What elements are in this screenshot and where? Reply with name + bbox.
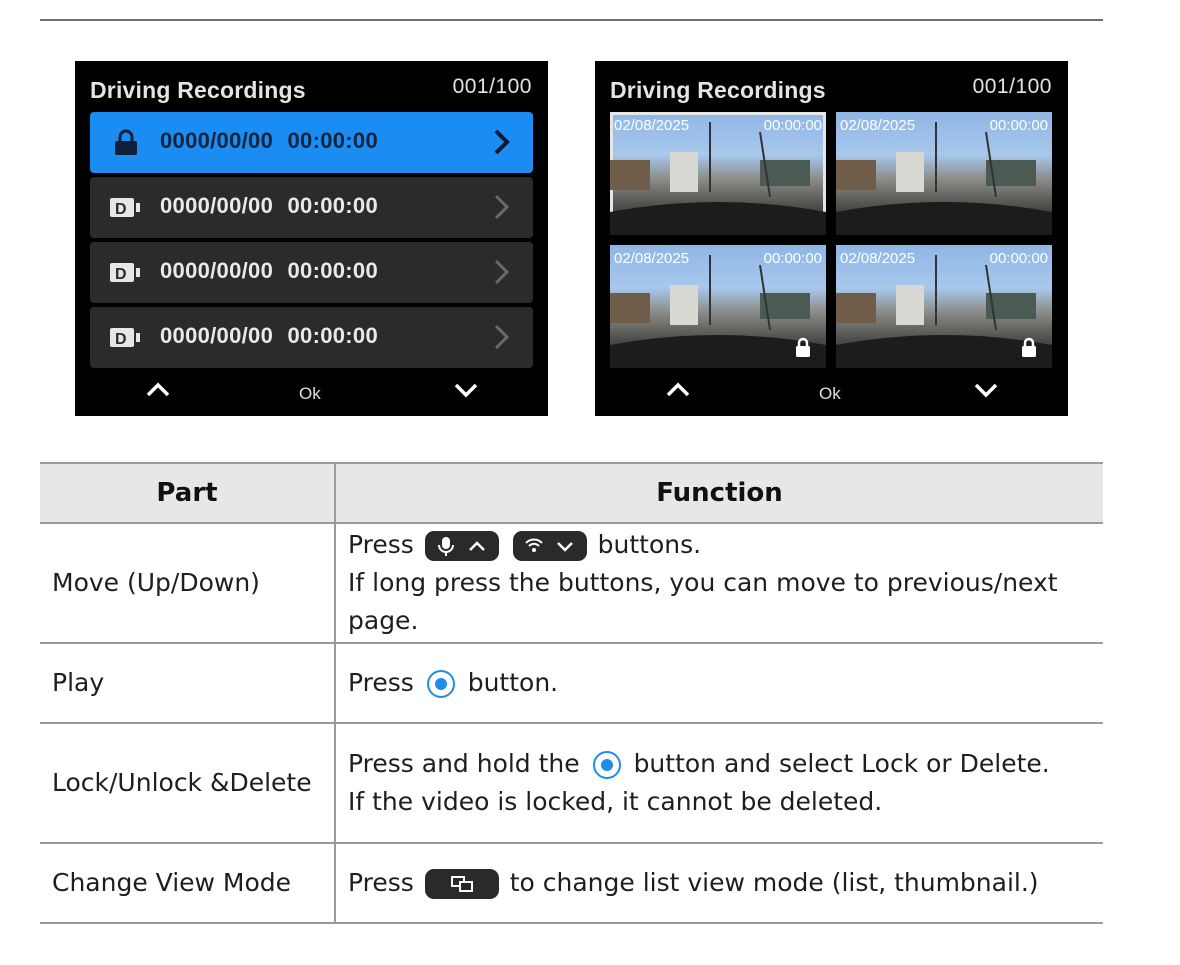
- recording-datetime: 0000/00/00 00:00:00: [160, 128, 378, 153]
- table-row-play: Play Press button.: [40, 643, 1103, 724]
- press-text: Press: [348, 868, 414, 897]
- view-mode-text: to change list view mode (list, thumbnai…: [509, 868, 1039, 897]
- svg-text:D: D: [115, 331, 127, 348]
- microphone-up-icon: [437, 537, 485, 556]
- ok-label[interactable]: Ok: [299, 384, 321, 404]
- thumbnail-view-screen: Driving Recordings 001/100 02/08/2025 00…: [595, 61, 1068, 416]
- header-function: Function: [335, 462, 1103, 524]
- thumbnail-time: 00:00:00: [763, 250, 822, 267]
- thumbnail-date: 02/08/2025: [840, 117, 916, 134]
- video-thumbnail[interactable]: 02/08/2025 00:00:00: [836, 245, 1052, 368]
- ok-label[interactable]: Ok: [819, 384, 841, 404]
- recording-datetime: 0000/00/00 00:00:00: [160, 193, 378, 218]
- screen-title: Driving Recordings: [610, 77, 826, 103]
- recording-row[interactable]: D 0000/00/00 00:00:00: [90, 242, 533, 303]
- ok-button-icon: [426, 670, 455, 698]
- select-text: button and select Lock or Delete.: [633, 749, 1050, 778]
- chevron-right-icon: [494, 259, 510, 285]
- recording-row[interactable]: D 0000/00/00 00:00:00: [90, 307, 533, 368]
- mic-up-button: [424, 531, 499, 561]
- recording-datetime: 0000/00/00 00:00:00: [160, 258, 378, 283]
- wifi-down-icon: [524, 538, 573, 552]
- header-part: Part: [40, 462, 336, 524]
- recording-counter: 001/100: [452, 75, 532, 98]
- press-hold-text: Press and hold the: [348, 749, 580, 778]
- table-row-view: Change View Mode Press to change list vi…: [40, 843, 1103, 924]
- function-cell: Press to change list view mode (list, th…: [335, 843, 1103, 924]
- part-cell: Move (Up/Down): [40, 523, 336, 644]
- long-press-text: If long press the buttons, you can move …: [348, 568, 1058, 635]
- table-row-lock: Lock/Unlock &Delete Press and hold the b…: [40, 723, 1103, 844]
- chevron-down-icon[interactable]: [453, 379, 479, 401]
- video-icon: D: [110, 328, 140, 348]
- recording-datetime: 0000/00/00 00:00:00: [160, 323, 378, 348]
- part-cell: Lock/Unlock &Delete: [40, 723, 336, 844]
- recording-row-selected[interactable]: 0000/00/00 00:00:00: [90, 112, 533, 173]
- view-mode-button: [424, 869, 499, 899]
- function-cell: Press buttons. If long press the buttons…: [335, 523, 1103, 644]
- press-text: Press: [348, 530, 414, 559]
- video-thumbnail-selected[interactable]: 02/08/2025 00:00:00: [610, 112, 826, 235]
- chevron-right-icon: [494, 129, 510, 155]
- screen-title: Driving Recordings: [90, 77, 306, 103]
- part-cell: Change View Mode: [40, 843, 336, 924]
- thumbnail-time: 00:00:00: [989, 117, 1048, 134]
- table-header-row: Part Function: [40, 462, 1103, 524]
- chevron-right-icon: [494, 324, 510, 350]
- chevron-up-icon[interactable]: [145, 379, 171, 401]
- part-cell: Play: [40, 643, 336, 724]
- chevron-down-icon[interactable]: [973, 379, 999, 401]
- function-cell: Press and hold the button and select Loc…: [335, 723, 1103, 844]
- video-icon: D: [110, 198, 140, 218]
- chevron-up-icon[interactable]: [665, 379, 691, 401]
- svg-text:D: D: [115, 266, 127, 283]
- locked-note-text: If the video is locked, it cannot be del…: [348, 787, 883, 816]
- chevron-right-icon: [494, 194, 510, 220]
- svg-text:D: D: [115, 201, 127, 218]
- thumbnail-time: 00:00:00: [763, 117, 822, 134]
- thumbnail-time: 00:00:00: [989, 250, 1048, 267]
- recording-row[interactable]: D 0000/00/00 00:00:00: [90, 177, 533, 238]
- button-text: button.: [467, 668, 559, 697]
- buttons-text: buttons.: [597, 530, 702, 559]
- video-thumbnail[interactable]: 02/08/2025 00:00:00: [836, 112, 1052, 235]
- video-icon: D: [110, 263, 140, 283]
- top-rule: [40, 19, 1103, 21]
- function-cell: Press button.: [335, 643, 1103, 724]
- lock-icon: [115, 129, 137, 155]
- thumbnail-date: 02/08/2025: [614, 250, 690, 267]
- lock-icon: [1022, 337, 1036, 357]
- list-view-screen: Driving Recordings 001/100 0000/00/00 00…: [75, 61, 548, 416]
- view-mode-icon: [450, 876, 473, 892]
- thumbnail-date: 02/08/2025: [614, 117, 690, 134]
- recording-counter: 001/100: [972, 75, 1052, 98]
- function-table: Part Function Move (Up/Down) Press butto…: [40, 462, 1103, 924]
- ok-button-icon: [592, 751, 621, 779]
- video-thumbnail[interactable]: 02/08/2025 00:00:00: [610, 245, 826, 368]
- lock-icon: [796, 337, 810, 357]
- press-text: Press: [348, 668, 414, 697]
- wifi-down-button: [512, 531, 587, 561]
- table-row-move: Move (Up/Down) Press buttons. If long pr…: [40, 523, 1103, 644]
- thumbnail-date: 02/08/2025: [840, 250, 916, 267]
